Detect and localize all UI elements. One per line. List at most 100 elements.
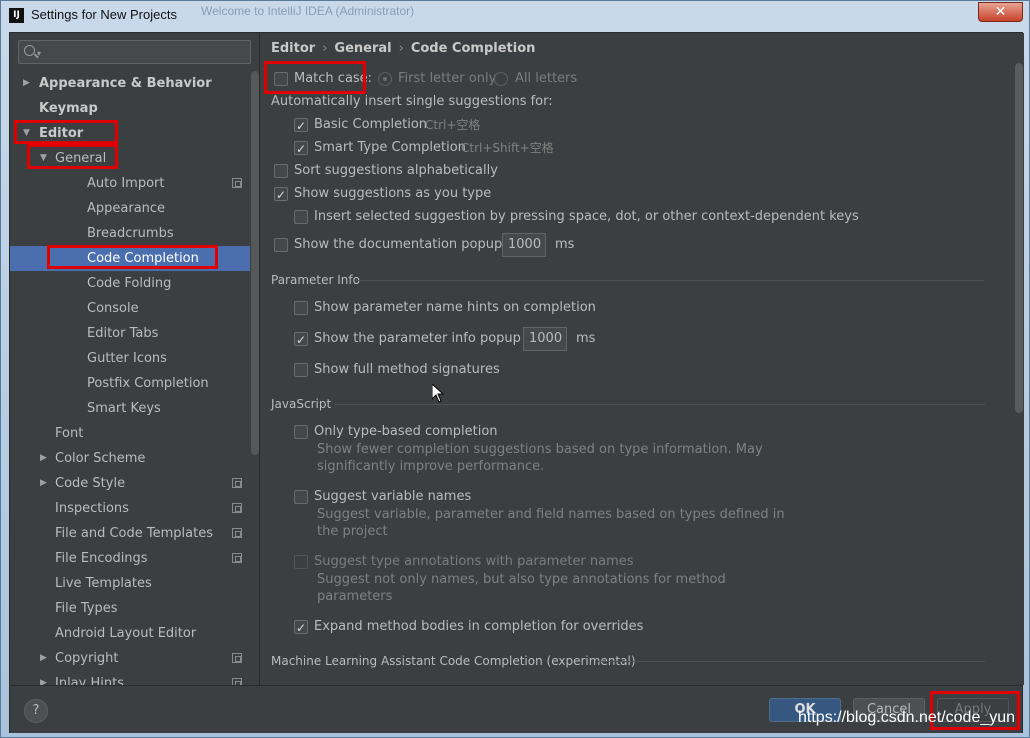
- collapsed-arrow-icon[interactable]: ▶: [40, 446, 47, 471]
- only-type-description-2: significantly improve performance.: [317, 459, 545, 474]
- sort-alphabetically-checkbox[interactable]: [274, 164, 288, 178]
- match-case-label: Match case:: [294, 71, 373, 86]
- sort-row: Sort suggestions alphabetically: [274, 161, 674, 181]
- doc-popup-row: Show the documentation popup in 1000 ms: [274, 233, 674, 257]
- sidebar-item-inspections[interactable]: Inspections: [10, 496, 250, 521]
- doc-popup-label: Show the documentation popup in: [294, 237, 519, 252]
- match-case-checkbox[interactable]: [274, 72, 288, 86]
- sidebar-item-label: Code Style: [55, 476, 126, 491]
- param-hints-checkbox[interactable]: [294, 301, 308, 315]
- breadcrumb-separator: ›: [322, 41, 328, 56]
- close-button[interactable]: ✕: [978, 2, 1023, 22]
- sidebar-item-postfix-completion[interactable]: Postfix Completion: [10, 371, 250, 396]
- sidebar-item-copyright[interactable]: ▶ Copyright: [10, 646, 250, 671]
- doc-popup-checkbox[interactable]: [274, 238, 288, 252]
- collapsed-arrow-icon[interactable]: ▶: [40, 471, 47, 496]
- suggest-var-description-2: the project: [317, 524, 388, 539]
- basic-completion-shortcut: Ctrl+空格: [425, 118, 481, 132]
- collapsed-arrow-icon[interactable]: ▶: [23, 71, 30, 96]
- param-popup-delay-input[interactable]: 1000: [523, 327, 567, 351]
- sidebar-item-font[interactable]: Font: [10, 421, 250, 446]
- sidebar-item-smart-keys[interactable]: Smart Keys: [10, 396, 250, 421]
- auto-insert-label: Automatically insert single suggestions …: [271, 94, 553, 109]
- sidebar-item-code-style[interactable]: ▶ Code Style: [10, 471, 250, 496]
- expand-bodies-checkbox[interactable]: [294, 618, 308, 638]
- sidebar-item-file-types[interactable]: File Types: [10, 596, 250, 621]
- sidebar-item-editor-tabs[interactable]: Editor Tabs: [10, 321, 250, 346]
- only-type-row: Only type-based completion: [294, 422, 794, 442]
- sidebar-item-label: Smart Keys: [87, 401, 161, 416]
- sidebar-item-appearance-behavior[interactable]: ▶ Appearance & Behavior: [10, 71, 250, 96]
- insert-selected-checkbox[interactable]: [294, 210, 308, 224]
- help-button[interactable]: ?: [24, 699, 48, 723]
- suggest-annotations-checkbox[interactable]: [294, 555, 308, 569]
- suggest-var-description-1: Suggest variable, parameter and field na…: [317, 507, 785, 522]
- doc-popup-delay-input[interactable]: 1000: [502, 233, 546, 257]
- smart-completion-checkbox[interactable]: [294, 139, 308, 159]
- param-hints-row: Show parameter name hints on completion: [294, 298, 694, 318]
- all-letters-radio[interactable]: [494, 72, 508, 86]
- sidebar-item-file-and-code-templates[interactable]: File and Code Templates: [10, 521, 250, 546]
- param-popup-label: Show the parameter info popup in: [314, 331, 537, 346]
- param-popup-row: Show the parameter info popup in 1000 ms: [294, 327, 694, 351]
- sidebar-item-label: Inlay Hints: [55, 676, 124, 685]
- suggest-var-row: Suggest variable names: [294, 487, 794, 507]
- sidebar-item-color-scheme[interactable]: ▶ Color Scheme: [10, 446, 250, 471]
- basic-completion-checkbox[interactable]: [294, 116, 308, 136]
- sidebar-item-general[interactable]: ▼ General: [10, 146, 250, 171]
- sidebar-item-keymap[interactable]: Keymap: [10, 96, 250, 121]
- smart-completion-row: Smart Type Completion Ctrl+Shift+空格: [294, 138, 694, 159]
- sidebar-item-breadcrumbs[interactable]: Breadcrumbs: [10, 221, 250, 246]
- show-as-type-row: Show suggestions as you type: [274, 184, 674, 205]
- sidebar-item-label: Editor: [39, 126, 84, 141]
- full-signatures-checkbox[interactable]: [294, 363, 308, 377]
- sidebar-item-file-encodings[interactable]: File Encodings: [10, 546, 250, 571]
- breadcrumb: Editor › General › Code Completion: [271, 41, 535, 56]
- expand-bodies-label: Expand method bodies in completion for o…: [314, 619, 644, 634]
- suggest-annotations-label: Suggest type annotations with parameter …: [314, 554, 634, 569]
- dialog-body: ▾ ▶ Appearance & Behavior Keymap ▼ Editor ▼ Ge…: [9, 32, 1024, 733]
- sidebar-scrollbar[interactable]: [251, 71, 259, 455]
- only-type-checkbox[interactable]: [294, 425, 308, 439]
- sidebar-item-label: Auto Import: [87, 176, 165, 191]
- sidebar-item-label: Editor Tabs: [87, 326, 159, 341]
- show-as-type-checkbox[interactable]: [274, 185, 288, 205]
- first-letter-radio[interactable]: [378, 72, 392, 86]
- sidebar-item-label: Android Layout Editor: [55, 626, 197, 641]
- settings-search-input[interactable]: ▾: [18, 40, 251, 64]
- settings-sidebar: ▾ ▶ Appearance & Behavior Keymap ▼ Editor ▼ Ge…: [10, 33, 260, 685]
- sidebar-item-inlay-hints[interactable]: ▶ Inlay Hints: [10, 671, 250, 685]
- sidebar-item-appearance[interactable]: Appearance: [10, 196, 250, 221]
- suggest-var-label: Suggest variable names: [314, 489, 472, 504]
- sidebar-item-label: Code Folding: [87, 276, 172, 291]
- sidebar-item-android-layout-editor[interactable]: Android Layout Editor: [10, 621, 250, 646]
- collapsed-arrow-icon[interactable]: ▶: [40, 646, 47, 671]
- sidebar-item-auto-import[interactable]: Auto Import: [10, 171, 250, 196]
- param-popup-checkbox[interactable]: [294, 330, 308, 350]
- sidebar-item-gutter-icons[interactable]: Gutter Icons: [10, 346, 250, 371]
- expanded-arrow-icon[interactable]: ▼: [23, 121, 30, 146]
- watermark-text: https://blog.csdn.net/code_yun: [798, 709, 1016, 726]
- sidebar-item-live-templates[interactable]: Live Templates: [10, 571, 250, 596]
- breadcrumb-separator: ›: [398, 41, 404, 56]
- expanded-arrow-icon[interactable]: ▼: [40, 146, 47, 171]
- show-as-type-label: Show suggestions as you type: [294, 186, 492, 201]
- sidebar-item-label: Inspections: [55, 501, 129, 516]
- sidebar-item-code-completion[interactable]: Code Completion: [10, 246, 250, 271]
- settings-window: IJ Settings for New Projects Welcome to …: [0, 0, 1030, 738]
- breadcrumb-code-completion: Code Completion: [410, 41, 536, 56]
- breadcrumb-editor[interactable]: Editor: [271, 41, 315, 56]
- sidebar-item-label: Code Completion: [87, 251, 199, 266]
- sidebar-item-editor[interactable]: ▼ Editor: [10, 121, 250, 146]
- suggest-annotations-description-2: parameters: [317, 589, 393, 604]
- intellij-app-icon: IJ: [9, 8, 24, 23]
- sidebar-item-label: Copyright: [55, 651, 119, 666]
- divider: [356, 280, 984, 281]
- project-scope-icon: [232, 478, 242, 488]
- suggest-var-checkbox[interactable]: [294, 490, 308, 504]
- breadcrumb-general[interactable]: General: [334, 41, 391, 56]
- sidebar-item-code-folding[interactable]: Code Folding: [10, 271, 250, 296]
- collapsed-arrow-icon[interactable]: ▶: [40, 671, 47, 685]
- sidebar-item-console[interactable]: Console: [10, 296, 250, 321]
- content-scrollbar[interactable]: [1015, 63, 1023, 413]
